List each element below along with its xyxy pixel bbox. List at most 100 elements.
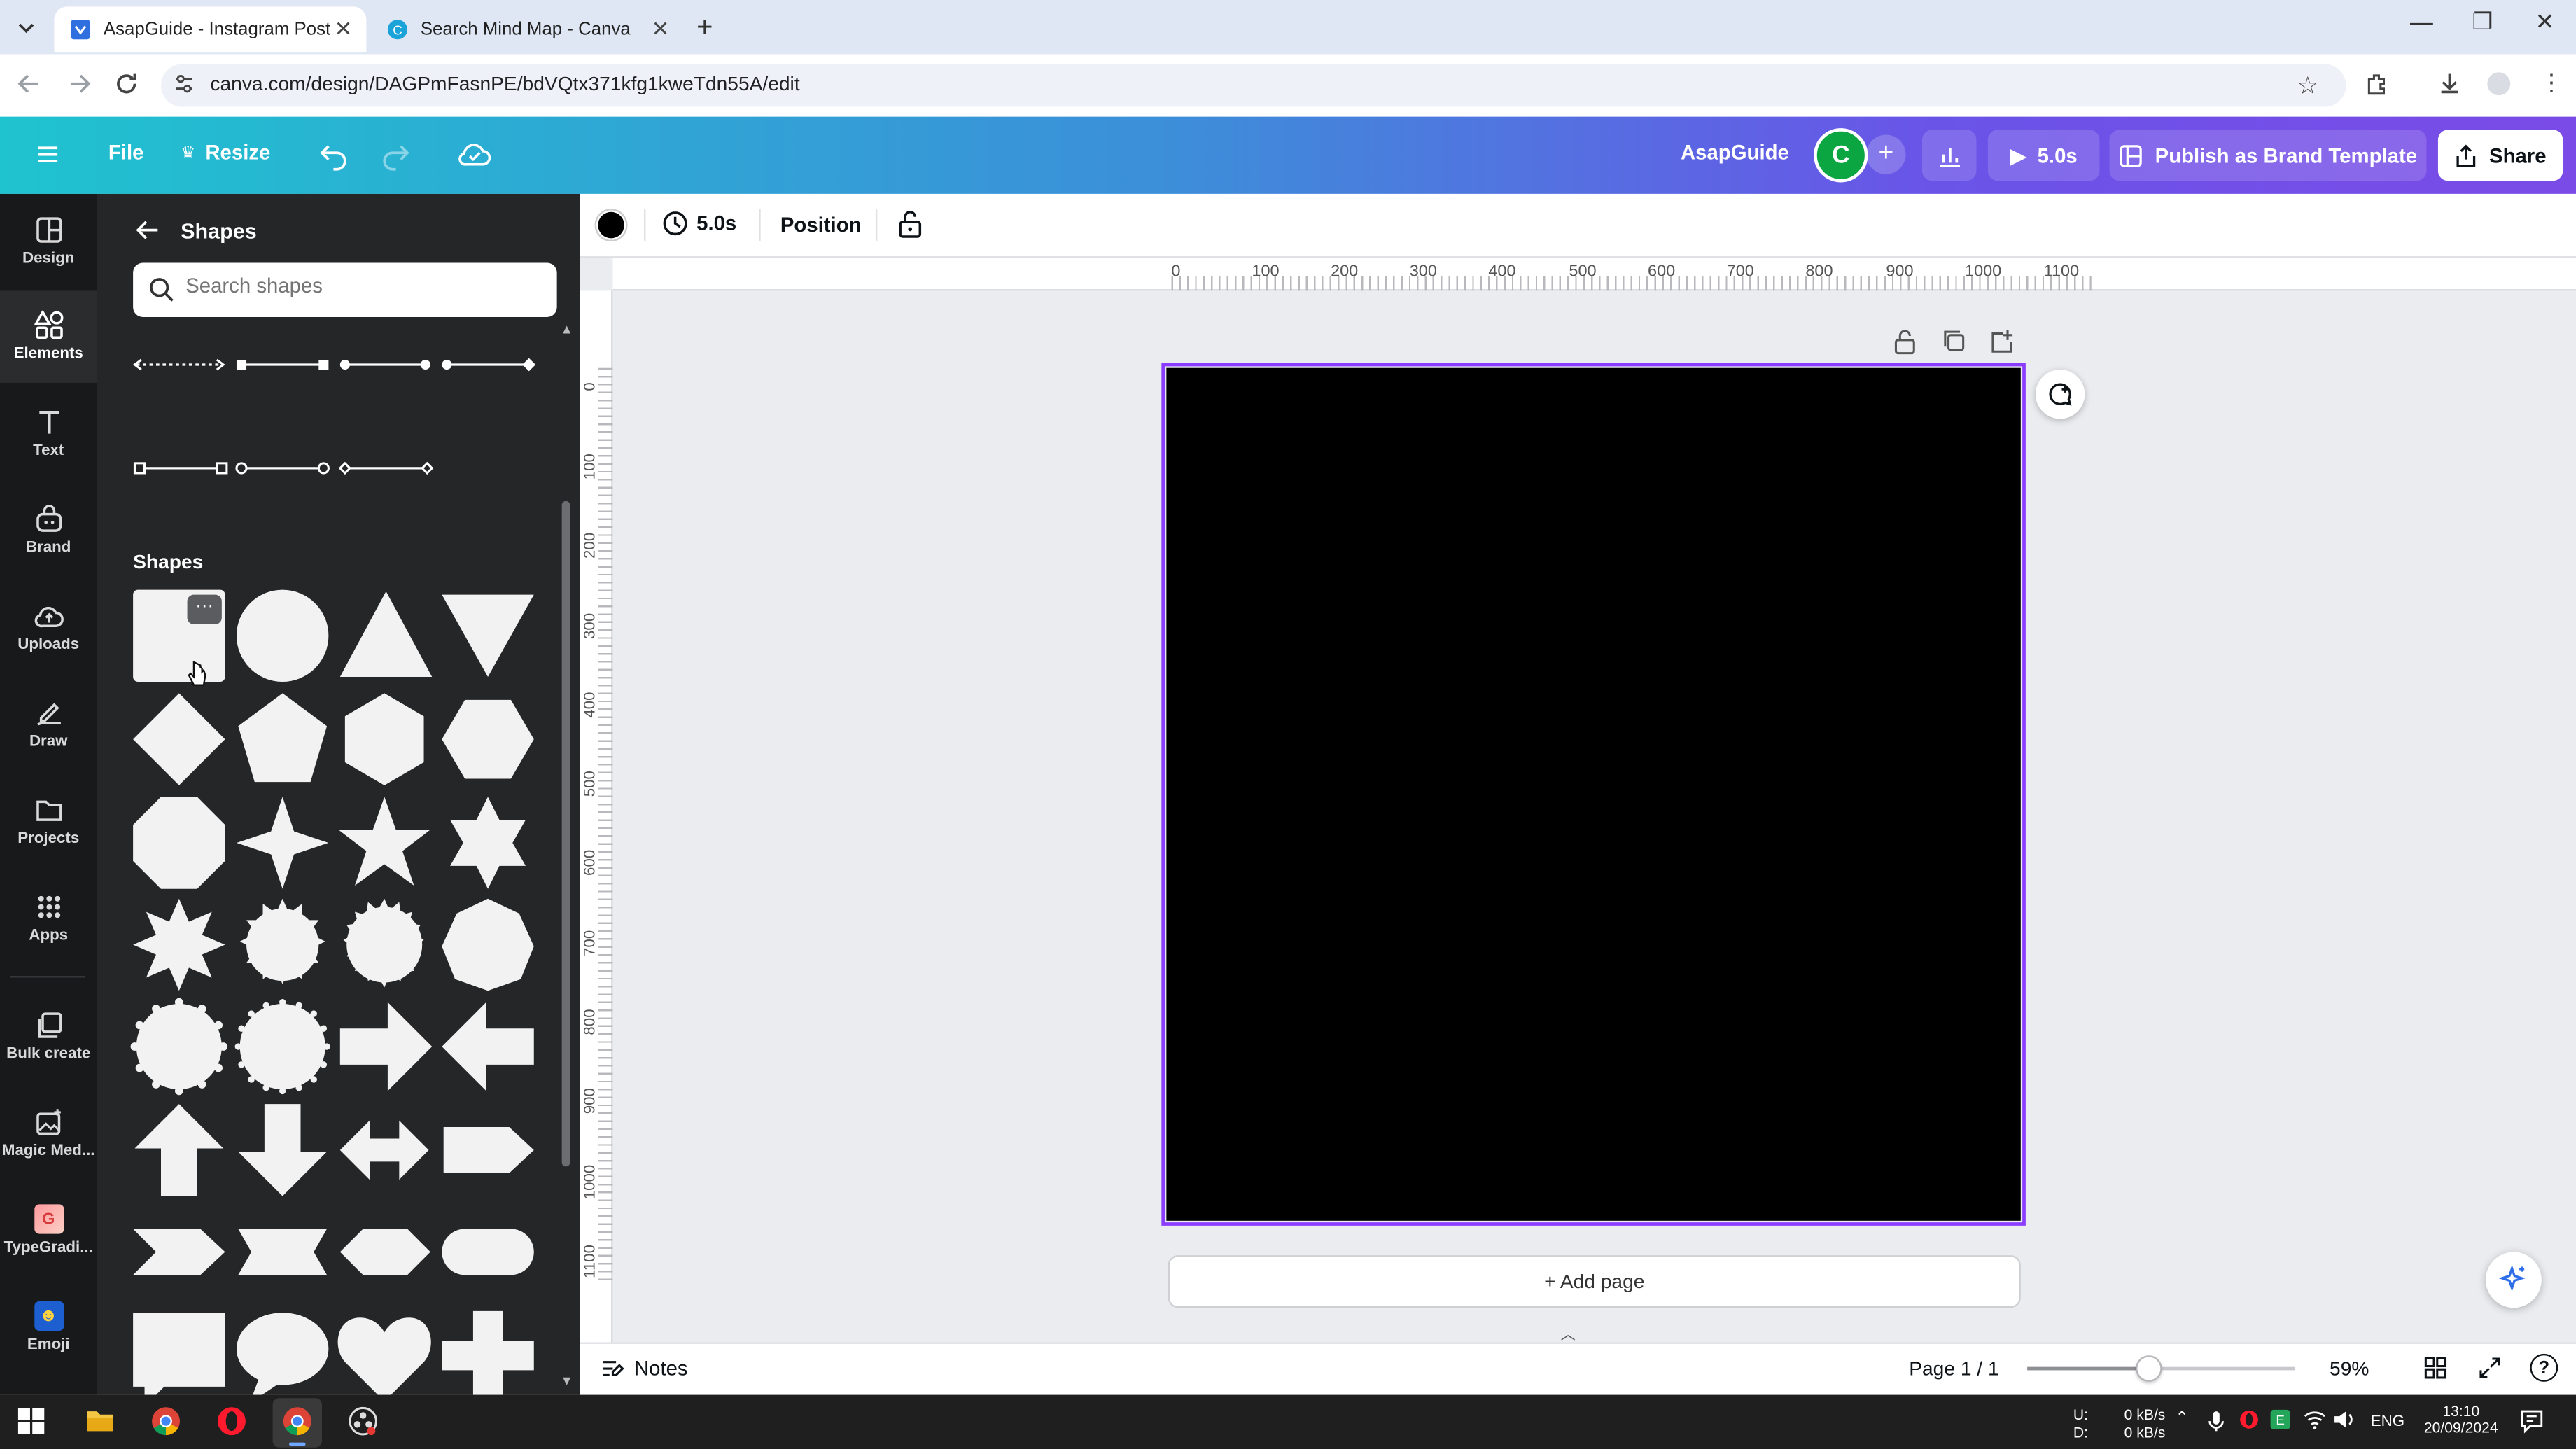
zoom-slider-thumb[interactable] bbox=[2136, 1355, 2162, 1382]
design-canvas[interactable] bbox=[1166, 368, 2021, 1221]
shape-arrow-left[interactable] bbox=[442, 1002, 534, 1091]
shape-hexagon-horizontal[interactable] bbox=[442, 699, 534, 779]
user-avatar[interactable]: C bbox=[1814, 128, 1868, 183]
rail-item-brand[interactable]: Brand bbox=[0, 486, 97, 575]
shape-heptagon[interactable] bbox=[442, 898, 534, 991]
url-text[interactable]: canva.com/design/DAGPmFasnPE/bdVQtx371kf… bbox=[210, 72, 799, 95]
shape-speech-bubble-round[interactable] bbox=[236, 1312, 329, 1395]
chrome-icon[interactable] bbox=[151, 1406, 181, 1436]
browser-tab[interactable]: C Search Mind Map - Canva ✕ bbox=[371, 6, 683, 52]
restore-icon[interactable]: ❐ bbox=[2451, 8, 2514, 36]
windows-start-icon[interactable] bbox=[18, 1408, 45, 1434]
notifications-icon[interactable] bbox=[2519, 1408, 2545, 1434]
close-window-icon[interactable]: ✕ bbox=[2514, 8, 2576, 36]
shape-star-8[interactable] bbox=[133, 898, 225, 991]
shape-arrow-up[interactable] bbox=[134, 1104, 224, 1196]
browser-menu-icon[interactable]: ⋮ bbox=[2540, 69, 2563, 97]
clock[interactable]: 13:10 20/09/2024 bbox=[2418, 1403, 2504, 1436]
back-arrow-icon[interactable] bbox=[134, 217, 161, 244]
shape-arrow-double[interactable] bbox=[340, 1120, 429, 1180]
insights-chart-icon[interactable] bbox=[1921, 130, 1977, 181]
shape-speech-bubble-square[interactable] bbox=[133, 1312, 225, 1395]
shape-pentagon[interactable] bbox=[238, 693, 328, 783]
shape-triangle[interactable] bbox=[340, 591, 433, 677]
extensions-icon[interactable] bbox=[2364, 71, 2390, 97]
file-menu-button[interactable]: File bbox=[108, 141, 144, 164]
shape-more-options-button[interactable]: ··· bbox=[187, 594, 222, 624]
shape-starburst-12[interactable] bbox=[239, 898, 326, 984]
close-tab-icon[interactable]: ✕ bbox=[648, 16, 674, 43]
rail-item-elements[interactable]: Elements bbox=[0, 290, 97, 383]
input-language[interactable]: ENG bbox=[2371, 1413, 2404, 1431]
line-hollow-squares[interactable] bbox=[133, 462, 228, 475]
rail-item-uploads[interactable]: Uploads bbox=[0, 583, 97, 672]
present-play-button[interactable]: ▶ 5.0s bbox=[1987, 130, 2100, 181]
help-icon[interactable]: ? bbox=[2530, 1353, 2558, 1382]
lock-icon[interactable] bbox=[897, 209, 923, 238]
page-indicator[interactable]: Page 1 / 1 bbox=[1909, 1357, 1998, 1380]
shape-heart[interactable] bbox=[337, 1317, 431, 1395]
shape-star-5[interactable] bbox=[338, 797, 430, 886]
search-shapes-field[interactable] bbox=[133, 262, 557, 317]
shape-chevron[interactable] bbox=[133, 1228, 225, 1275]
shape-arrow-down[interactable] bbox=[238, 1104, 328, 1196]
share-button[interactable]: Share bbox=[2437, 130, 2563, 181]
back-icon[interactable] bbox=[15, 69, 44, 99]
site-settings-icon[interactable] bbox=[172, 72, 195, 95]
zoom-slider[interactable] bbox=[2027, 1355, 2295, 1382]
opera-tray-icon[interactable] bbox=[2239, 1410, 2259, 1429]
invite-plus-icon[interactable]: + bbox=[1866, 134, 1906, 174]
shape-octagon[interactable] bbox=[133, 797, 225, 889]
scroll-up-arrow-icon[interactable]: ▲ bbox=[560, 322, 573, 337]
rail-item-text[interactable]: Text bbox=[0, 389, 97, 478]
resize-button[interactable]: Resize bbox=[205, 141, 270, 164]
notes-button[interactable]: Notes bbox=[600, 1355, 688, 1380]
volume-icon[interactable] bbox=[2333, 1410, 2356, 1429]
shape-inverted-triangle[interactable] bbox=[442, 594, 534, 677]
chrome-active-icon[interactable] bbox=[283, 1406, 312, 1436]
add-page-icon[interactable] bbox=[1989, 328, 2014, 355]
duplicate-page-icon[interactable] bbox=[1942, 328, 1966, 355]
rail-item-emoji[interactable]: ☻ Emoji bbox=[0, 1283, 97, 1372]
rail-item-bulk-create[interactable]: Bulk create bbox=[0, 993, 97, 1082]
fullscreen-icon[interactable] bbox=[2477, 1355, 2502, 1380]
rail-item-magic-media[interactable]: Magic Med... bbox=[0, 1089, 97, 1178]
download-icon[interactable] bbox=[2437, 71, 2463, 97]
shape-seal-32[interactable] bbox=[234, 998, 330, 1095]
team-name[interactable]: AsapGuide bbox=[1681, 141, 1789, 164]
new-tab-icon[interactable]: + bbox=[696, 11, 713, 44]
opera-icon[interactable] bbox=[217, 1406, 246, 1436]
save-status-cloud-icon[interactable] bbox=[456, 139, 493, 169]
rail-item-projects[interactable]: Projects bbox=[0, 777, 97, 866]
file-explorer-icon[interactable] bbox=[85, 1406, 115, 1433]
shape-pentagon-arrow[interactable] bbox=[443, 1127, 534, 1173]
redo-icon[interactable] bbox=[379, 138, 412, 171]
rail-item-apps[interactable]: Apps bbox=[0, 874, 97, 963]
line-dotted-arrows[interactable] bbox=[132, 358, 225, 371]
add-page-button[interactable]: + Add page bbox=[1168, 1255, 2021, 1308]
shape-star-6[interactable] bbox=[450, 797, 526, 889]
panel-scrollbar-thumb[interactable] bbox=[561, 500, 570, 1167]
line-hollow-circles[interactable] bbox=[235, 462, 330, 475]
shape-cross[interactable] bbox=[442, 1310, 534, 1395]
shape-rounded-pill[interactable] bbox=[442, 1228, 534, 1275]
magic-assistant-button[interactable] bbox=[2486, 1252, 2542, 1308]
rail-item-design[interactable]: Design bbox=[0, 197, 97, 286]
forward-icon[interactable] bbox=[64, 69, 94, 99]
shape-hexagon-wide[interactable] bbox=[340, 1228, 430, 1275]
color-swatch-ring[interactable] bbox=[594, 209, 628, 242]
rail-item-draw[interactable]: Draw bbox=[0, 680, 97, 769]
add-comment-button[interactable] bbox=[2035, 370, 2085, 419]
publish-brand-template-button[interactable]: Publish as Brand Template bbox=[2109, 130, 2427, 181]
show-pages-chevron-icon[interactable]: ︿ bbox=[1561, 1322, 1576, 1344]
app-tray-icon[interactable]: E bbox=[2270, 1409, 2290, 1429]
grid-view-icon[interactable] bbox=[2423, 1355, 2448, 1380]
rail-item-typegradient[interactable]: G TypeGradi... bbox=[0, 1186, 97, 1275]
microphone-icon[interactable] bbox=[2206, 1410, 2226, 1433]
obs-icon[interactable] bbox=[349, 1406, 378, 1436]
profile-avatar[interactable] bbox=[2487, 72, 2511, 96]
reload-icon[interactable] bbox=[112, 69, 141, 99]
browser-tab-active[interactable]: AsapGuide - Instagram Post ✕ bbox=[54, 6, 367, 53]
shape-ribbon-banner[interactable] bbox=[238, 1228, 328, 1275]
line-square-ends[interactable] bbox=[236, 359, 329, 370]
